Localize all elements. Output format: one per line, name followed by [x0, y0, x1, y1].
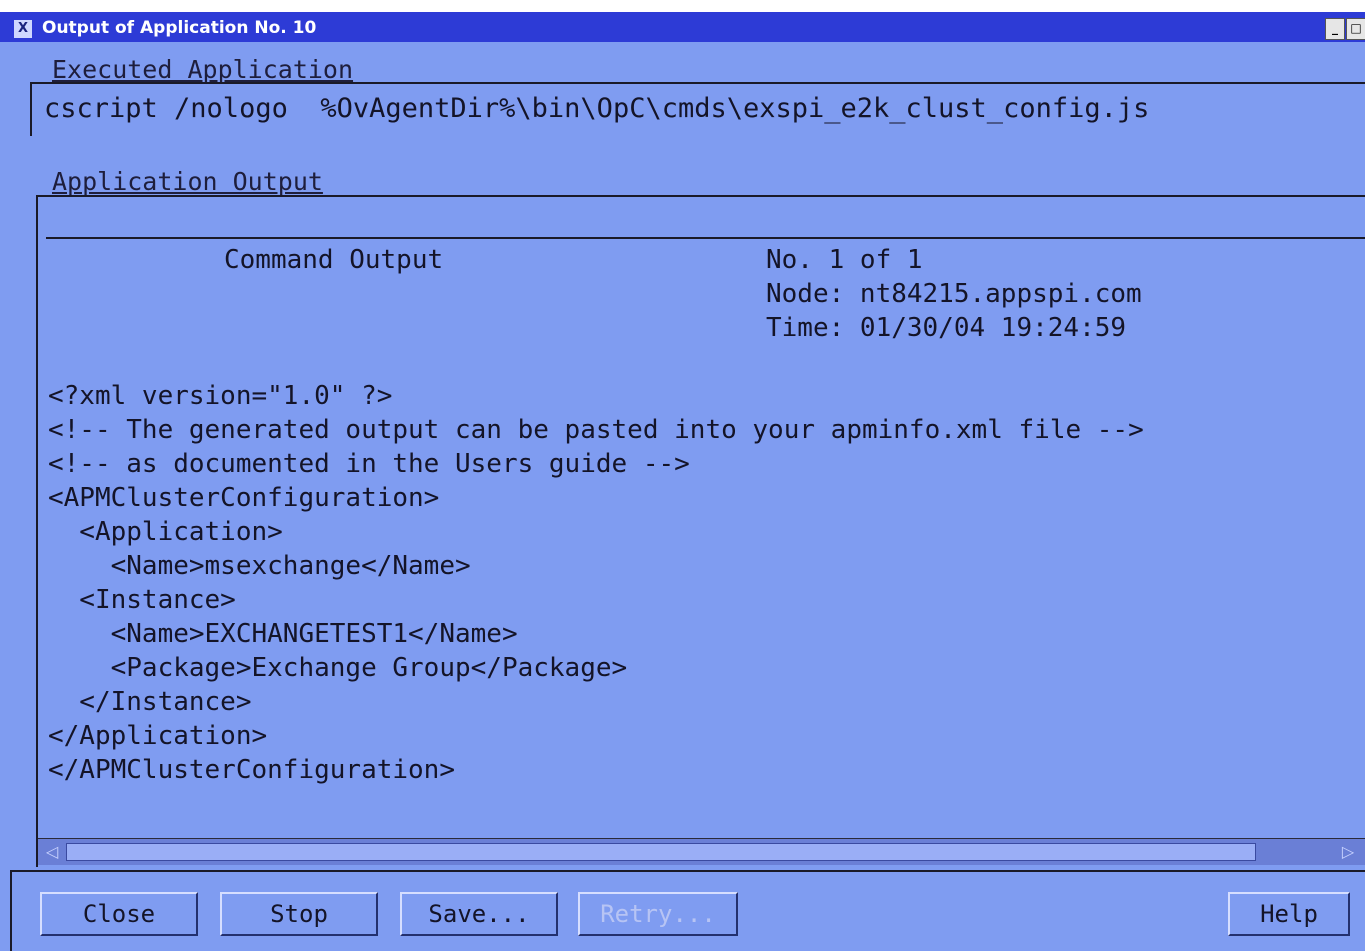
save-button[interactable]: Save... — [400, 892, 558, 936]
help-button[interactable]: Help — [1228, 892, 1350, 936]
scrollbar-thumb[interactable] — [66, 843, 1256, 861]
output-line: <Instance> — [48, 585, 236, 615]
output-time: Time: 01/30/04 19:24:59 — [766, 313, 1127, 343]
window-title: Output of Application No. 10 — [42, 18, 317, 38]
horizontal-scrollbar[interactable]: ◁ ▷ — [38, 838, 1365, 865]
application-output-area[interactable]: Command Output No. 1 of 1 Node: nt84215.… — [36, 195, 1365, 867]
output-divider — [46, 237, 1365, 239]
output-line: <!-- The generated output can be pasted … — [48, 415, 1144, 445]
output-line: <?xml version="1.0" ?> — [48, 381, 393, 411]
output-line: <Application> — [48, 517, 283, 547]
output-line: <Name>EXCHANGETEST1</Name> — [48, 619, 518, 649]
output-line: <Package>Exchange Group</Package> — [48, 653, 628, 683]
executed-application-label: Executed Application — [52, 55, 354, 84]
output-line: </APMClusterConfiguration> — [48, 755, 455, 785]
output-line: </Instance> — [48, 687, 252, 717]
output-node: Node: nt84215.appspi.com — [766, 279, 1142, 309]
command-output-heading: Command Output — [224, 245, 444, 275]
output-line: <APMClusterConfiguration> — [48, 483, 440, 513]
output-line: </Application> — [48, 721, 268, 751]
close-button[interactable]: Close — [40, 892, 198, 936]
x-icon: X — [14, 20, 32, 38]
scroll-right-icon[interactable]: ▷ — [1336, 841, 1360, 863]
output-count: No. 1 of 1 — [766, 245, 923, 275]
application-output-window: X Output of Application No. 10 _ □ Execu… — [0, 12, 1365, 951]
stop-button[interactable]: Stop — [220, 892, 378, 936]
minimize-button[interactable]: _ — [1325, 18, 1345, 40]
output-line: <!-- as documented in the Users guide --… — [48, 449, 690, 479]
application-output-label: Application Output — [52, 167, 323, 196]
scroll-left-icon[interactable]: ◁ — [40, 841, 64, 863]
executed-command: cscript /nologo %OvAgentDir%\bin\OpC\cmd… — [44, 93, 1150, 124]
executed-application-field[interactable]: cscript /nologo %OvAgentDir%\bin\OpC\cmd… — [30, 82, 1365, 136]
maximize-button[interactable]: □ — [1346, 18, 1365, 40]
title-bar[interactable]: X Output of Application No. 10 _ □ — [0, 12, 1365, 42]
output-line: <Name>msexchange</Name> — [48, 551, 471, 581]
retry-button[interactable]: Retry... — [578, 892, 738, 936]
